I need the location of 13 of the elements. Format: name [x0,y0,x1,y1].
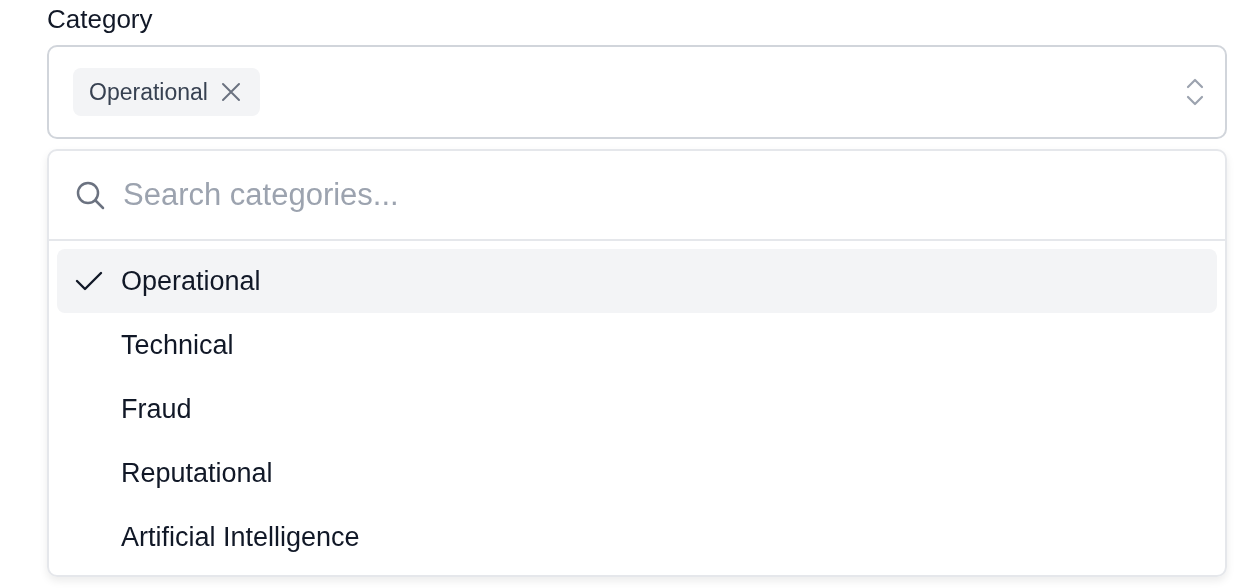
category-select[interactable]: Operational [47,45,1227,139]
category-option[interactable]: Artificial Intelligence [57,505,1217,569]
category-option[interactable]: Reputational [57,441,1217,505]
category-option[interactable]: Operational [57,249,1217,313]
search-field[interactable]: Search categories... [121,176,1199,214]
search-icon [75,180,105,210]
chip-label: Operational [89,78,208,106]
checkmark-icon [75,270,103,292]
category-option[interactable]: Fraud [57,377,1217,441]
category-option[interactable]: Technical [57,313,1217,377]
close-icon[interactable] [219,81,242,103]
field-label: Category [47,4,154,35]
chevron-up-down-icon [1185,77,1205,107]
